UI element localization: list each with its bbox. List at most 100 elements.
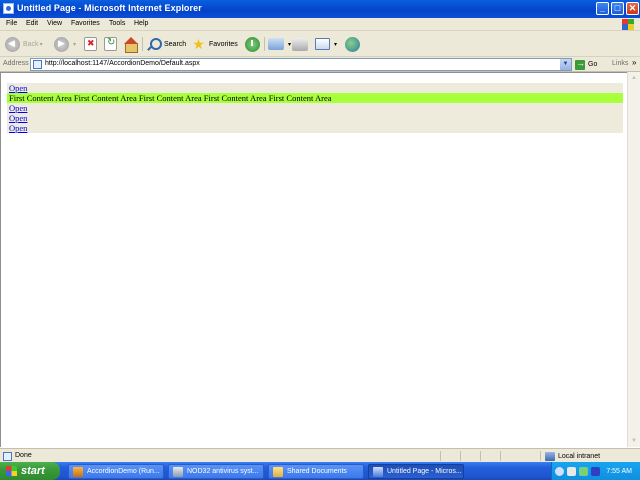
visual-studio-icon [73,466,83,477]
links-chevron-icon[interactable]: » [632,58,636,67]
security-zone: Local intranet [545,452,600,461]
history-button[interactable] [245,35,263,53]
accordion-open-link-1[interactable]: Open [9,83,27,93]
title-bar: Untitled Page - Microsoft Internet Explo… [0,0,640,18]
forward-button[interactable]: ▾ [54,35,76,53]
go-button[interactable]: Go [575,58,598,70]
windows-flag-icon [6,466,17,476]
start-button[interactable]: start [0,462,60,480]
accordion: Open First Content Area First Content Ar… [7,83,623,133]
back-label: Back [23,40,39,48]
back-dropdown-icon[interactable]: ▾ [40,41,43,48]
status-divider [540,451,541,461]
taskbar-item-nod32[interactable]: NOD32 antivirus syst... [168,464,264,479]
mail-button[interactable]: ▾ [268,35,291,53]
toolbar-separator [142,37,143,51]
status-bar: Done Local intranet [0,448,640,462]
go-label: Go [588,61,598,68]
status-text: Done [15,452,32,459]
address-dropdown-icon[interactable]: ▼ [560,59,571,70]
edit-dropdown-icon[interactable]: ▾ [334,41,337,48]
taskbar-item-untitled-page[interactable]: Untitled Page - Micros... [368,464,464,479]
address-url[interactable]: http://localhost:1147/AccordionDemo/Defa… [45,60,200,67]
page-icon [33,60,42,69]
minimize-button[interactable]: _ [596,2,609,15]
stop-button[interactable] [84,35,100,53]
taskbar-item-shared-documents[interactable]: Shared Documents [268,464,364,479]
refresh-button[interactable] [104,35,120,53]
status-divider [460,451,461,461]
forward-icon [54,36,69,52]
accordion-header-3: Open [7,113,623,123]
status-divider [440,451,441,461]
toolbar: Back ▾ ▾ Search ★ Favorites [0,31,640,57]
menu-edit[interactable]: Edit [26,20,38,27]
scroll-down-icon[interactable]: ▼ [628,435,640,447]
tray-monitor-icon[interactable] [591,466,600,476]
mail-dropdown-icon[interactable]: ▾ [288,41,291,48]
edit-icon [315,38,330,50]
maximize-button[interactable]: □ [611,2,624,15]
close-button[interactable]: ✕ [626,2,639,15]
menu-help[interactable]: Help [134,20,148,27]
accordion-open-link-3[interactable]: Open [9,113,27,123]
home-button[interactable] [123,35,141,53]
taskbar-clock[interactable]: 7:55 AM [606,468,632,475]
taskbar-item-label: Shared Documents [287,468,347,475]
address-input[interactable]: http://localhost:1147/AccordionDemo/Defa… [30,58,572,71]
system-tray: 7:55 AM [551,462,640,480]
favorites-label: Favorites [209,40,238,48]
taskbar-item-label: AccordionDemo (Run... [87,468,160,475]
accordion-open-link-2[interactable]: Open [9,103,27,113]
tray-nod32-icon[interactable] [567,466,576,476]
taskbar-item-label: NOD32 antivirus syst... [187,468,259,475]
messenger-button[interactable] [345,35,363,53]
edit-button[interactable]: ▾ [315,35,337,53]
search-label: Search [164,40,187,48]
search-button[interactable]: Search [146,35,186,53]
menu-view[interactable]: View [47,20,62,27]
links-label[interactable]: Links [612,60,628,67]
accordion-header-4: Open [7,123,623,133]
menu-file[interactable]: File [6,20,17,27]
intranet-icon [545,452,555,461]
back-icon [5,36,20,52]
taskbar: start AccordionDemo (Run... NOD32 antivi… [0,462,640,480]
page-viewport: Open First Content Area First Content Ar… [0,72,627,447]
windows-logo-icon [622,19,634,30]
history-icon [245,36,260,52]
scroll-up-icon[interactable]: ▲ [628,72,640,84]
print-button[interactable] [292,35,311,53]
back-button[interactable]: Back ▾ [5,35,43,53]
stop-icon [84,37,97,51]
print-icon [292,37,308,51]
vertical-scrollbar[interactable]: ▲ ▼ [627,72,640,447]
favorites-button[interactable]: ★ Favorites [191,35,238,53]
address-label: Address [3,60,29,67]
menu-bar: File Edit View Favorites Tools Help [0,18,640,31]
menu-favorites[interactable]: Favorites [71,20,100,27]
page-done-icon [3,452,12,461]
start-label: start [21,465,45,477]
search-icon [146,37,162,52]
status-divider [500,451,501,461]
taskbar-item-accordiondemo[interactable]: AccordionDemo (Run... [68,464,164,479]
accordion-header-2: Open [7,103,623,113]
go-arrow-icon [575,58,585,70]
mail-icon [268,38,284,50]
messenger-icon [345,36,360,52]
tray-network-icon[interactable] [555,466,564,476]
accordion-open-link-4[interactable]: Open [9,123,27,133]
favorites-star-icon: ★ [192,35,205,52]
tray-security-icon[interactable] [579,466,588,476]
nod32-icon [173,466,183,477]
accordion-header-1: Open [7,83,623,93]
zone-label: Local intranet [558,453,601,460]
ie-window: Untitled Page - Microsoft Internet Explo… [0,0,640,480]
status-divider [480,451,481,461]
menu-tools[interactable]: Tools [109,20,125,27]
window-title: Untitled Page - Microsoft Internet Explo… [17,3,202,13]
ie-app-icon[interactable] [3,3,14,14]
forward-dropdown-icon[interactable]: ▾ [73,41,76,48]
refresh-icon [104,37,117,51]
